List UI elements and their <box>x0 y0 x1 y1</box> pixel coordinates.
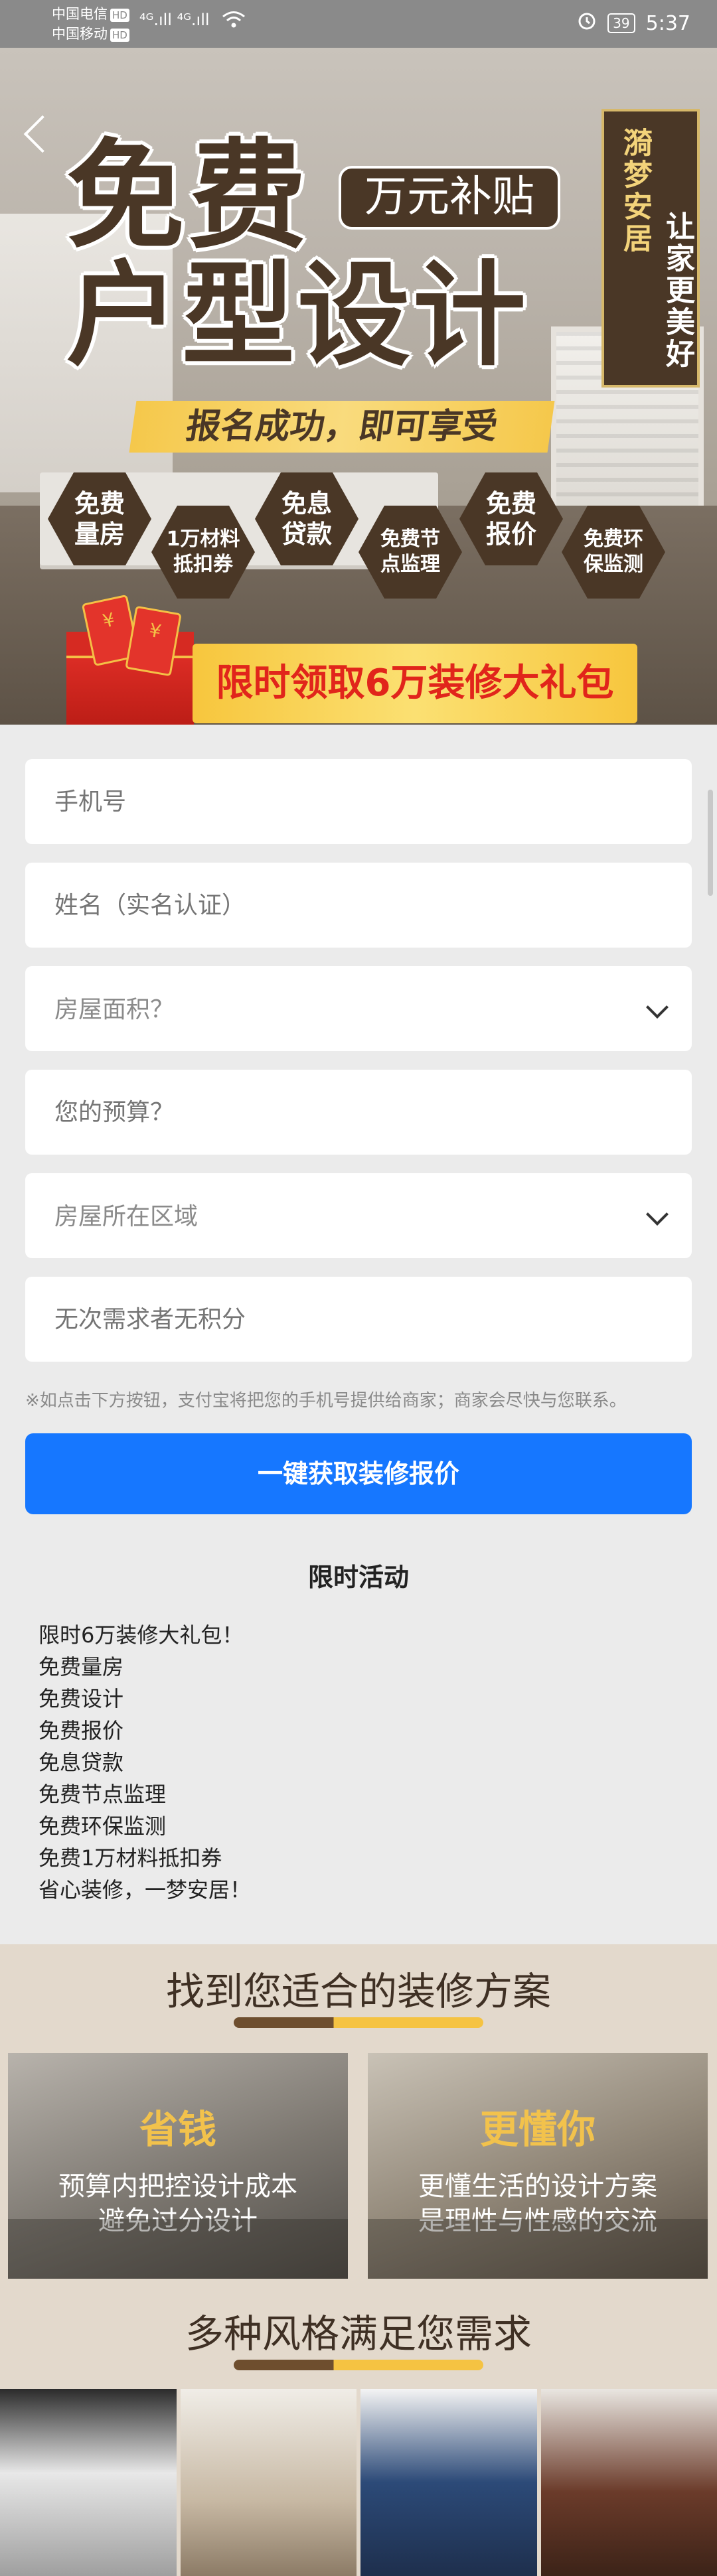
back-arrow-icon[interactable] <box>23 115 62 153</box>
signal-icon: ⁴ᴳ.ıll ⁴ᴳ.ıll <box>139 11 210 29</box>
chevron-down-icon <box>646 996 669 1019</box>
hd-badge: HD <box>110 9 129 22</box>
card-title: 更懂你 <box>479 2107 596 2152</box>
extra-field[interactable] <box>25 1277 692 1362</box>
house-area-placeholder: 房屋面积？ <box>54 996 175 1023</box>
get-quote-button[interactable]: 一键获取装修报价 <box>25 1433 692 1514</box>
house-area-select[interactable]: 房屋面积？ <box>25 966 692 1051</box>
wifi-icon <box>222 11 246 33</box>
alarm-icon <box>577 11 597 36</box>
list-item: 免费1万材料抵扣券 <box>39 1845 222 1871</box>
phone-field[interactable] <box>25 759 692 844</box>
card-line1: 更懂生活的设计方案 <box>418 2171 657 2202</box>
list-item: 免费报价 <box>39 1718 124 1743</box>
plan-card-understand-you[interactable]: 更懂你 更懂生活的设计方案 是理性与性感的交流 <box>368 2053 708 2279</box>
style-image[interactable] <box>360 2389 537 2576</box>
brand-name: 漪梦安居 <box>618 127 652 255</box>
style-image[interactable] <box>180 2389 357 2576</box>
status-right: 39 5:37 <box>577 11 690 36</box>
style-image[interactable] <box>540 2389 717 2576</box>
plan-title: 找到您适合的装修方案 <box>165 1969 551 2014</box>
subsidy-badge: 万元补贴 <box>339 166 560 230</box>
signup-form: 房屋面积？ 房屋所在区域 <box>25 759 692 1380</box>
privacy-notice: ※如点击下方按钮，支付宝将把您的手机号提供给商家；商家会尽快与您联系。 <box>25 1391 627 1411</box>
style-image[interactable] <box>0 2389 177 2576</box>
budget-field[interactable] <box>25 1070 692 1155</box>
region-placeholder: 房屋所在区域 <box>54 1203 199 1230</box>
list-item: 限时6万装修大礼包！ <box>39 1622 244 1648</box>
budget-input[interactable] <box>25 1070 692 1155</box>
carrier-info: 中国电信 HD 中国移动 HD <box>52 4 129 44</box>
gift-offer-banner: 限时领取6万装修大礼包 <box>193 644 637 723</box>
brand-badge: 漪梦安居 让家更美好 <box>601 109 700 388</box>
plan-card-save-money[interactable]: 省钱 预算内把控设计成本 避免过分设计 <box>8 2053 348 2279</box>
chevron-down-icon <box>646 1203 669 1226</box>
clock: 5:37 <box>645 11 690 35</box>
region-select[interactable]: 房屋所在区域 <box>25 1173 692 1258</box>
style-gallery <box>0 2389 717 2576</box>
plan-section: 找到您适合的装修方案 省钱 预算内把控设计成本 避免过分设计 更懂你 更懂生活的… <box>0 1944 717 2576</box>
list-item: 免费环保监测 <box>39 1814 167 1839</box>
activity-title: 限时活动 <box>307 1563 409 1592</box>
list-item: 免费设计 <box>39 1686 124 1711</box>
battery-indicator: 39 <box>607 13 635 33</box>
card-line2: 避免过分设计 <box>98 2206 258 2236</box>
card-line2: 是理性与性感的交流 <box>418 2206 657 2236</box>
status-bar: 中国电信 HD 中国移动 HD ⁴ᴳ.ıll ⁴ᴳ.ıll 39 5:37 <box>0 0 717 48</box>
card-line1: 预算内把控设计成本 <box>58 2171 297 2202</box>
carrier-2: 中国移动 <box>52 26 108 42</box>
card-title: 省钱 <box>139 2107 216 2152</box>
list-item: 免息贷款 <box>39 1750 124 1775</box>
activity-list: 限时6万装修大礼包！ 免费量房 免费设计 免费报价 免息贷款 免费节点监理 免费… <box>39 1619 251 1906</box>
extra-input[interactable] <box>25 1277 692 1362</box>
list-item: 省心装修，一梦安居！ <box>39 1877 252 1902</box>
signup-banner: 报名成功，即可享受 <box>129 401 555 453</box>
title-underline <box>234 2360 483 2370</box>
hd-badge: HD <box>110 29 129 42</box>
carrier-1: 中国电信 <box>52 6 108 22</box>
hero-banner: 免费 万元补贴 户型设计 漪梦安居 让家更美好 报名成功，即可享受 免费 量房 1… <box>0 48 717 725</box>
brand-slogan: 让家更美好 <box>661 211 694 370</box>
list-item: 免费节点监理 <box>39 1782 167 1807</box>
phone-input[interactable] <box>25 759 692 844</box>
name-input[interactable] <box>25 863 692 948</box>
name-field[interactable] <box>25 863 692 948</box>
title-underline <box>234 2017 483 2028</box>
scrollbar[interactable] <box>708 790 713 896</box>
styles-title: 多种风格满足您需求 <box>185 2311 532 2356</box>
list-item: 免费量房 <box>39 1654 124 1680</box>
hero-title-line2: 户型设计 <box>66 250 529 382</box>
